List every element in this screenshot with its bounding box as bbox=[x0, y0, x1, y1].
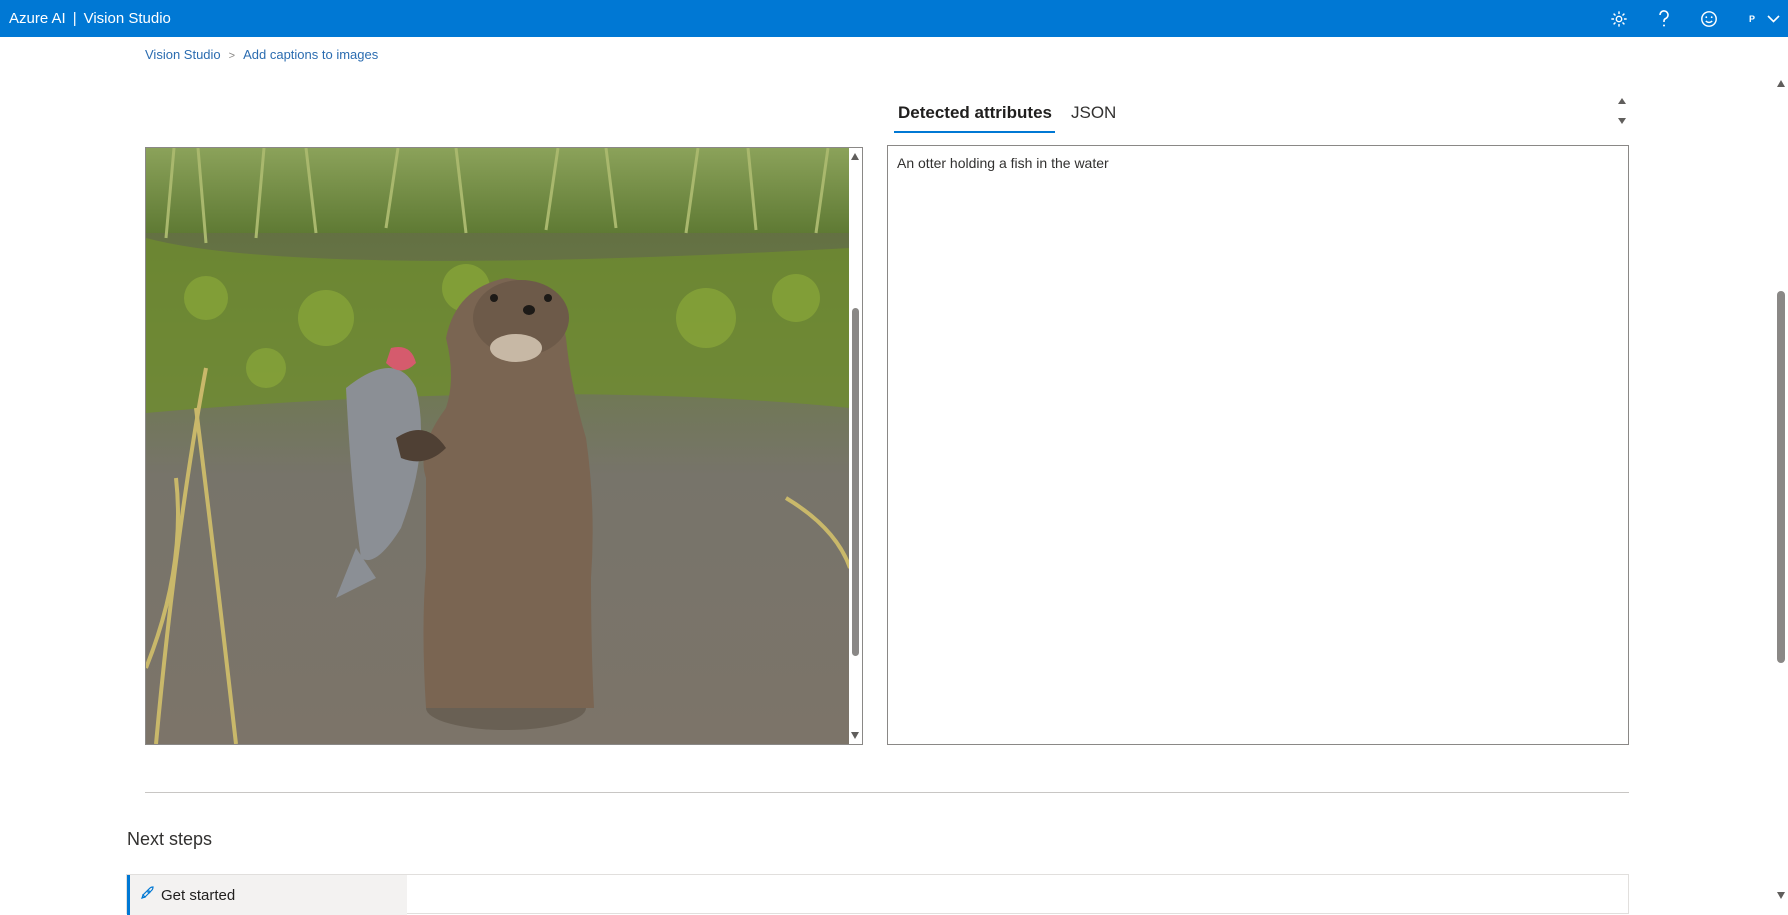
scroll-up-icon[interactable] bbox=[1777, 80, 1785, 87]
image-preview-panel bbox=[145, 147, 863, 745]
section-divider bbox=[145, 792, 1629, 793]
scroll-down-icon[interactable] bbox=[851, 732, 859, 739]
otter-photo bbox=[146, 148, 850, 744]
detected-attributes-panel: An otter holding a fish in the water bbox=[887, 145, 1629, 745]
chevron-down-icon[interactable] bbox=[1758, 0, 1788, 37]
settings-gear-icon[interactable] bbox=[1604, 0, 1634, 37]
breadcrumb-add-captions[interactable]: Add captions to images bbox=[243, 47, 378, 62]
top-bar: Azure AI | Vision Studio P bbox=[0, 0, 1788, 37]
next-steps-title: Next steps bbox=[127, 829, 213, 849]
brand-vision-studio: Vision Studio bbox=[83, 10, 171, 27]
scroll-up-icon[interactable] bbox=[851, 153, 859, 160]
tab-json[interactable]: JSON bbox=[1071, 103, 1116, 123]
scroll-thumb[interactable] bbox=[852, 308, 859, 656]
tab-detected-attributes[interactable]: Detected attributes bbox=[894, 103, 1055, 133]
next-step-get-started[interactable]: Get started bbox=[127, 875, 407, 915]
brand-separator: | bbox=[72, 10, 77, 27]
scroll-thumb[interactable] bbox=[1777, 291, 1785, 663]
feedback-smiley-icon[interactable] bbox=[1694, 0, 1724, 37]
help-icon[interactable] bbox=[1649, 0, 1679, 37]
app-brand[interactable]: Azure AI | Vision Studio bbox=[9, 10, 171, 27]
breadcrumb-chevron-icon: > bbox=[228, 50, 236, 62]
brand-azure-ai: Azure AI bbox=[9, 10, 66, 27]
breadcrumb: Vision Studio > Add captions to images bbox=[145, 47, 378, 62]
breadcrumb-vision-studio[interactable]: Vision Studio bbox=[145, 47, 221, 62]
next-step-label: Get started bbox=[161, 886, 236, 904]
image-scrollbar[interactable] bbox=[849, 148, 862, 744]
panel-scroll-arrows[interactable] bbox=[1615, 96, 1629, 131]
page-scrollbar[interactable] bbox=[1774, 37, 1788, 907]
next-steps-list: Get started bbox=[126, 874, 1629, 915]
rocket-icon bbox=[139, 885, 155, 906]
scroll-down-icon[interactable] bbox=[1777, 892, 1785, 899]
caption-result: An otter holding a fish in the water bbox=[897, 155, 1109, 171]
